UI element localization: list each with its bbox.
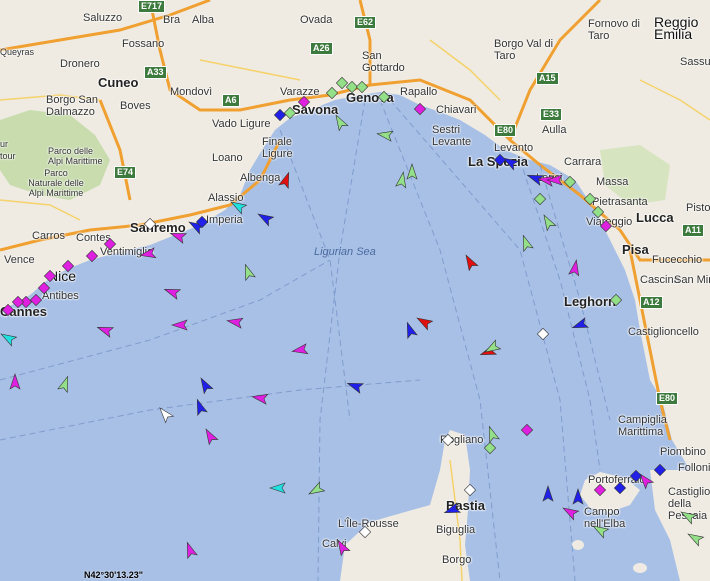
vessel-marker-pleasure[interactable] bbox=[43, 269, 57, 283]
vessel-marker-pleasure[interactable] bbox=[334, 538, 351, 557]
vessel-marker-pleasure[interactable] bbox=[297, 95, 311, 109]
vessel-marker-cargo[interactable] bbox=[591, 205, 605, 219]
vessel-marker-passenger[interactable] bbox=[197, 376, 214, 395]
vessel-marker-unknown[interactable] bbox=[463, 483, 477, 497]
vessel-marker-pleasure[interactable] bbox=[593, 483, 607, 497]
vessel-marker-pleasure[interactable] bbox=[1, 303, 15, 317]
vessel-marker-passenger[interactable] bbox=[193, 398, 208, 417]
vessel-marker-pleasure[interactable] bbox=[183, 541, 198, 560]
vessel-marker-cargo[interactable] bbox=[377, 90, 391, 104]
vessel-marker-pleasure[interactable] bbox=[85, 249, 99, 263]
coordinate-readout: N42°30'13.23" bbox=[84, 570, 144, 580]
vessel-marker-passenger[interactable] bbox=[571, 317, 590, 333]
vessel-marker-passenger[interactable] bbox=[542, 485, 554, 502]
vessel-marker-cargo[interactable] bbox=[307, 481, 326, 498]
vessel-marker-cargo[interactable] bbox=[686, 530, 705, 547]
vessel-marker-cargo[interactable] bbox=[519, 234, 534, 253]
vessel-marker-pleasure[interactable] bbox=[103, 237, 117, 251]
vessel-marker-unknown[interactable] bbox=[156, 405, 175, 424]
vessel-marker-pleasure[interactable] bbox=[96, 323, 115, 338]
vessel-marker-cargo[interactable] bbox=[483, 441, 497, 455]
vessel-marker-unknown[interactable] bbox=[358, 525, 372, 539]
vessel-marker-pleasure[interactable] bbox=[37, 281, 51, 295]
vessel-marker-cargo[interactable] bbox=[563, 175, 577, 189]
vessel-marker-cargo[interactable] bbox=[355, 80, 369, 94]
vessel-marker-pleasure[interactable] bbox=[568, 259, 581, 277]
vessel-marker-pleasure[interactable] bbox=[139, 247, 157, 260]
vessel-marker-cargo[interactable] bbox=[583, 192, 597, 206]
vessel-marker-pleasure[interactable] bbox=[29, 293, 43, 307]
vessel-marker-cargo[interactable] bbox=[332, 113, 349, 132]
vessel-marker-tanker[interactable] bbox=[278, 171, 294, 190]
vessel-layer bbox=[0, 76, 705, 560]
vessel-marker-passenger[interactable] bbox=[526, 171, 545, 186]
vessel-marker-passenger[interactable] bbox=[653, 463, 667, 477]
vessel-marker-pleasure[interactable] bbox=[561, 504, 580, 521]
vessel-marker-cargo[interactable] bbox=[591, 522, 610, 539]
vessel-marker-unknown[interactable] bbox=[441, 433, 455, 447]
vessel-marker-passenger[interactable] bbox=[613, 481, 627, 495]
vessel-marker-pleasure[interactable] bbox=[171, 319, 188, 331]
vessel-marker-cargo[interactable] bbox=[679, 508, 698, 525]
vessel-marker-pleasure[interactable] bbox=[251, 392, 269, 405]
vessel-marker-pleasure[interactable] bbox=[226, 316, 244, 329]
vessel-marker-pleasure[interactable] bbox=[9, 373, 21, 390]
vessel-marker-pleasure[interactable] bbox=[61, 259, 75, 273]
vessel-marker-tug[interactable] bbox=[0, 330, 18, 347]
vessel-marker-cargo[interactable] bbox=[325, 86, 339, 100]
vessel-marker-pleasure[interactable] bbox=[413, 102, 427, 116]
vessel-marker-passenger[interactable] bbox=[273, 108, 287, 122]
vessel-marker-cargo[interactable] bbox=[395, 171, 408, 189]
vessel-marker-cargo[interactable] bbox=[540, 213, 557, 232]
vessel-marker-cargo[interactable] bbox=[609, 293, 623, 307]
vessel-marker-pleasure[interactable] bbox=[11, 295, 25, 309]
vessel-marker-passenger[interactable] bbox=[629, 469, 643, 483]
vessel-marker-pleasure[interactable] bbox=[202, 427, 219, 446]
vessel-marker-pleasure[interactable] bbox=[169, 229, 188, 244]
vessel-marker-cargo[interactable] bbox=[241, 263, 256, 282]
vessel-marker-unknown[interactable] bbox=[536, 327, 550, 341]
vessel-marker-pleasure[interactable] bbox=[520, 423, 534, 437]
marine-traffic-map[interactable]: Saluzzo Bra Alba Ovada Fornovo di Taro R… bbox=[0, 0, 710, 581]
vessel-marker-passenger[interactable] bbox=[572, 488, 584, 505]
vessel-marker-tanker[interactable] bbox=[462, 253, 479, 272]
vessel-marker-passenger[interactable] bbox=[443, 502, 462, 518]
vessel-marker-cargo[interactable] bbox=[485, 425, 500, 444]
vessel-marker-pleasure[interactable] bbox=[163, 285, 182, 300]
vessel-marker-tug[interactable] bbox=[269, 482, 286, 494]
vessel-marker-tug[interactable] bbox=[229, 198, 248, 215]
vessel-marker-cargo[interactable] bbox=[283, 106, 297, 120]
vessel-marker-cargo[interactable] bbox=[406, 163, 418, 180]
vessel-marker-cargo[interactable] bbox=[533, 192, 547, 206]
vessel-marker-passenger[interactable] bbox=[346, 379, 365, 394]
vessel-marker-passenger[interactable] bbox=[493, 153, 507, 167]
vessel-marker-pleasure[interactable] bbox=[599, 219, 613, 233]
vessel-marker-cargo[interactable] bbox=[57, 375, 73, 394]
vessel-marker-passenger[interactable] bbox=[256, 210, 275, 227]
vessel-marker-tanker[interactable] bbox=[415, 314, 434, 331]
vessel-marker-passenger[interactable] bbox=[403, 321, 418, 340]
vessel-marker-pleasure[interactable] bbox=[291, 343, 309, 356]
vessel-marker-unknown[interactable] bbox=[143, 217, 157, 231]
vessel-marker-cargo[interactable] bbox=[376, 129, 394, 142]
